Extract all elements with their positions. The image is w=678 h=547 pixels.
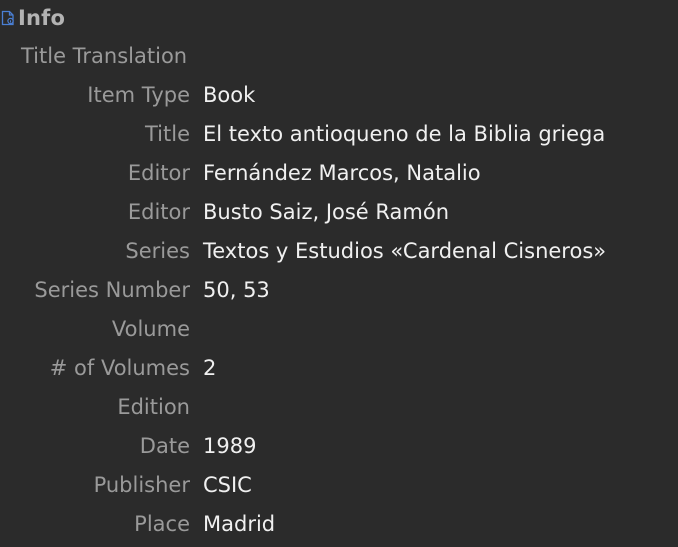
field-label: # of Volumes (49, 355, 190, 380)
field-row-place: Place Madrid (0, 504, 678, 543)
field-row-title: Title El texto antioqueno de la Biblia g… (0, 114, 678, 153)
num-volumes-value[interactable]: 2 (203, 354, 678, 382)
place-value[interactable]: Madrid (203, 510, 678, 538)
title-value[interactable]: El texto antioqueno de la Biblia griega (203, 120, 678, 148)
volume-value[interactable] (203, 315, 678, 343)
editor-creator-type-label[interactable]: Editor (0, 161, 190, 185)
editor-creator-type-label[interactable]: Editor (0, 200, 190, 224)
field-label: Series (125, 238, 190, 263)
field-label: Publisher (93, 472, 190, 497)
item-type-value[interactable]: Book (203, 81, 678, 109)
field-label: Edition (117, 394, 190, 419)
publisher-value[interactable]: CSIC (203, 471, 678, 499)
field-label: Place (134, 511, 190, 536)
field-row-series: Series Textos y Estudios «Cardenal Cisne… (0, 231, 678, 270)
field-label: Title (144, 121, 190, 146)
field-label: Date (139, 433, 190, 458)
field-row-publisher: Publisher CSIC (0, 465, 678, 504)
info-section-header[interactable]: Info (0, 0, 65, 36)
info-fields: Title Translation Item Type Book Title E… (0, 36, 678, 543)
field-label: Series Number (34, 277, 190, 302)
field-row-volume: Volume (0, 309, 678, 348)
date-value[interactable]: 1989 (203, 432, 678, 460)
editor-name-value[interactable]: Busto Saiz, José Ramón (203, 198, 678, 226)
field-row-num-volumes: # of Volumes 2 (0, 348, 678, 387)
field-label: Item Type (87, 82, 190, 107)
field-row-editor: Editor Busto Saiz, José Ramón (0, 192, 678, 231)
series-number-value[interactable]: 50, 53 (203, 276, 678, 304)
edition-value[interactable] (203, 393, 678, 421)
field-row-editor: Editor Fernández Marcos, Natalio (0, 153, 678, 192)
document-info-icon (0, 9, 16, 27)
field-label[interactable]: Title Translation (0, 44, 187, 68)
field-row-series-number: Series Number 50, 53 (0, 270, 678, 309)
section-title: Info (18, 6, 66, 30)
series-value[interactable]: Textos y Estudios «Cardenal Cisneros» (203, 237, 678, 265)
field-row-edition: Edition (0, 387, 678, 426)
field-row-title-translation: Title Translation (0, 36, 678, 75)
field-label: Volume (111, 316, 190, 341)
editor-name-value[interactable]: Fernández Marcos, Natalio (203, 159, 678, 187)
field-row-item-type: Item Type Book (0, 75, 678, 114)
field-row-date: Date 1989 (0, 426, 678, 465)
